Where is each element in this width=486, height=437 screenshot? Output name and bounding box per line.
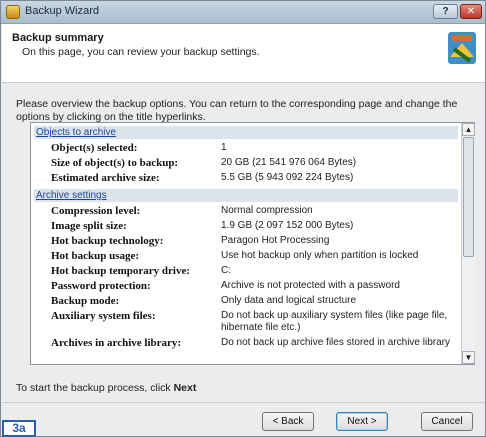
summary-list: Objects to archive Object(s) selected: 1…	[31, 123, 461, 364]
backup-logo-icon	[448, 32, 476, 64]
page-subtitle: On this page, you can review your backup…	[22, 46, 260, 58]
summary-row: Hot backup technology: Paragon Hot Proce…	[31, 234, 461, 249]
wizard-header: Backup summary On this page, you can rev…	[2, 24, 485, 83]
footer-instruction: To start the backup process, click Next	[16, 382, 196, 394]
row-label: Hot backup temporary drive:	[51, 265, 191, 277]
summary-row: Object(s) selected: 1	[31, 141, 461, 156]
scroll-down-arrow-icon[interactable]: ▼	[462, 351, 475, 364]
help-button[interactable]: ?	[433, 4, 458, 19]
row-value: Do not back up archive files stored in a…	[221, 337, 450, 348]
summary-row: Archives in archive library: Do not back…	[31, 336, 461, 351]
vertical-scrollbar[interactable]: ▲ ▼	[461, 123, 475, 364]
summary-row: Compression level: Normal compression	[31, 204, 461, 219]
row-value: 20 GB (21 541 976 064 Bytes)	[221, 157, 357, 168]
row-label: Backup mode:	[51, 295, 120, 307]
summary-row: Hot backup usage: Use hot backup only wh…	[31, 249, 461, 264]
row-label: Image split size:	[51, 220, 127, 232]
section-link-archive-settings[interactable]: Archive settings	[34, 189, 458, 202]
figure-label-badge: 3a	[2, 420, 36, 437]
row-label: Hot backup technology:	[51, 235, 164, 247]
row-value: Do not back up auxiliary system files (l…	[221, 310, 448, 333]
page-title: Backup summary	[12, 32, 104, 44]
summary-panel: Objects to archive Object(s) selected: 1…	[30, 122, 475, 365]
row-value: Use hot backup only when partition is lo…	[221, 250, 419, 261]
row-value: Normal compression	[221, 205, 313, 216]
row-value: 1	[221, 142, 227, 153]
row-value: C:	[221, 265, 231, 276]
row-label: Estimated archive size:	[51, 172, 160, 184]
scroll-up-arrow-icon[interactable]: ▲	[462, 123, 475, 136]
summary-row: Image split size: 1.9 GB (2 097 152 000 …	[31, 219, 461, 234]
summary-row: Backup mode: Only data and logical struc…	[31, 294, 461, 309]
row-value: Only data and logical structure	[221, 295, 357, 306]
back-button[interactable]: < Back	[262, 412, 314, 431]
backup-wizard-window: Backup Wizard ? ✕ Backup summary On this…	[0, 0, 486, 437]
row-value: 5.5 GB (5 943 092 224 Bytes)	[221, 172, 354, 183]
row-label: Object(s) selected:	[51, 142, 138, 154]
row-label: Size of object(s) to backup:	[51, 157, 179, 169]
row-value: Archive is not protected with a password	[221, 280, 400, 291]
section-link-objects-to-archive[interactable]: Objects to archive	[34, 126, 458, 139]
close-button[interactable]: ✕	[460, 4, 482, 19]
next-button[interactable]: Next >	[336, 412, 388, 431]
intro-text: Please overview the backup options. You …	[16, 98, 458, 123]
app-icon	[6, 5, 20, 19]
summary-row: Hot backup temporary drive: C:	[31, 264, 461, 279]
row-value: 1.9 GB (2 097 152 000 Bytes)	[221, 220, 354, 231]
summary-row: Password protection: Archive is not prot…	[31, 279, 461, 294]
row-label: Auxiliary system files:	[51, 310, 156, 322]
cancel-button[interactable]: Cancel	[421, 412, 473, 431]
scrollbar-thumb[interactable]	[463, 137, 474, 257]
summary-row: Auxiliary system files: Do not back up a…	[31, 309, 461, 336]
row-label: Hot backup usage:	[51, 250, 140, 262]
footer-prefix: To start the backup process, click	[16, 382, 174, 394]
footer-divider	[2, 402, 485, 403]
title-bar: Backup Wizard ? ✕	[1, 1, 485, 24]
summary-row: Estimated archive size: 5.5 GB (5 943 09…	[31, 171, 461, 186]
footer-next-word: Next	[173, 382, 197, 394]
row-label: Password protection:	[51, 280, 151, 292]
summary-row: Size of object(s) to backup: 20 GB (21 5…	[31, 156, 461, 171]
row-label: Compression level:	[51, 205, 141, 217]
row-label: Archives in archive library:	[51, 337, 182, 349]
row-value: Paragon Hot Processing	[221, 235, 330, 246]
window-title: Backup Wizard	[25, 5, 99, 17]
